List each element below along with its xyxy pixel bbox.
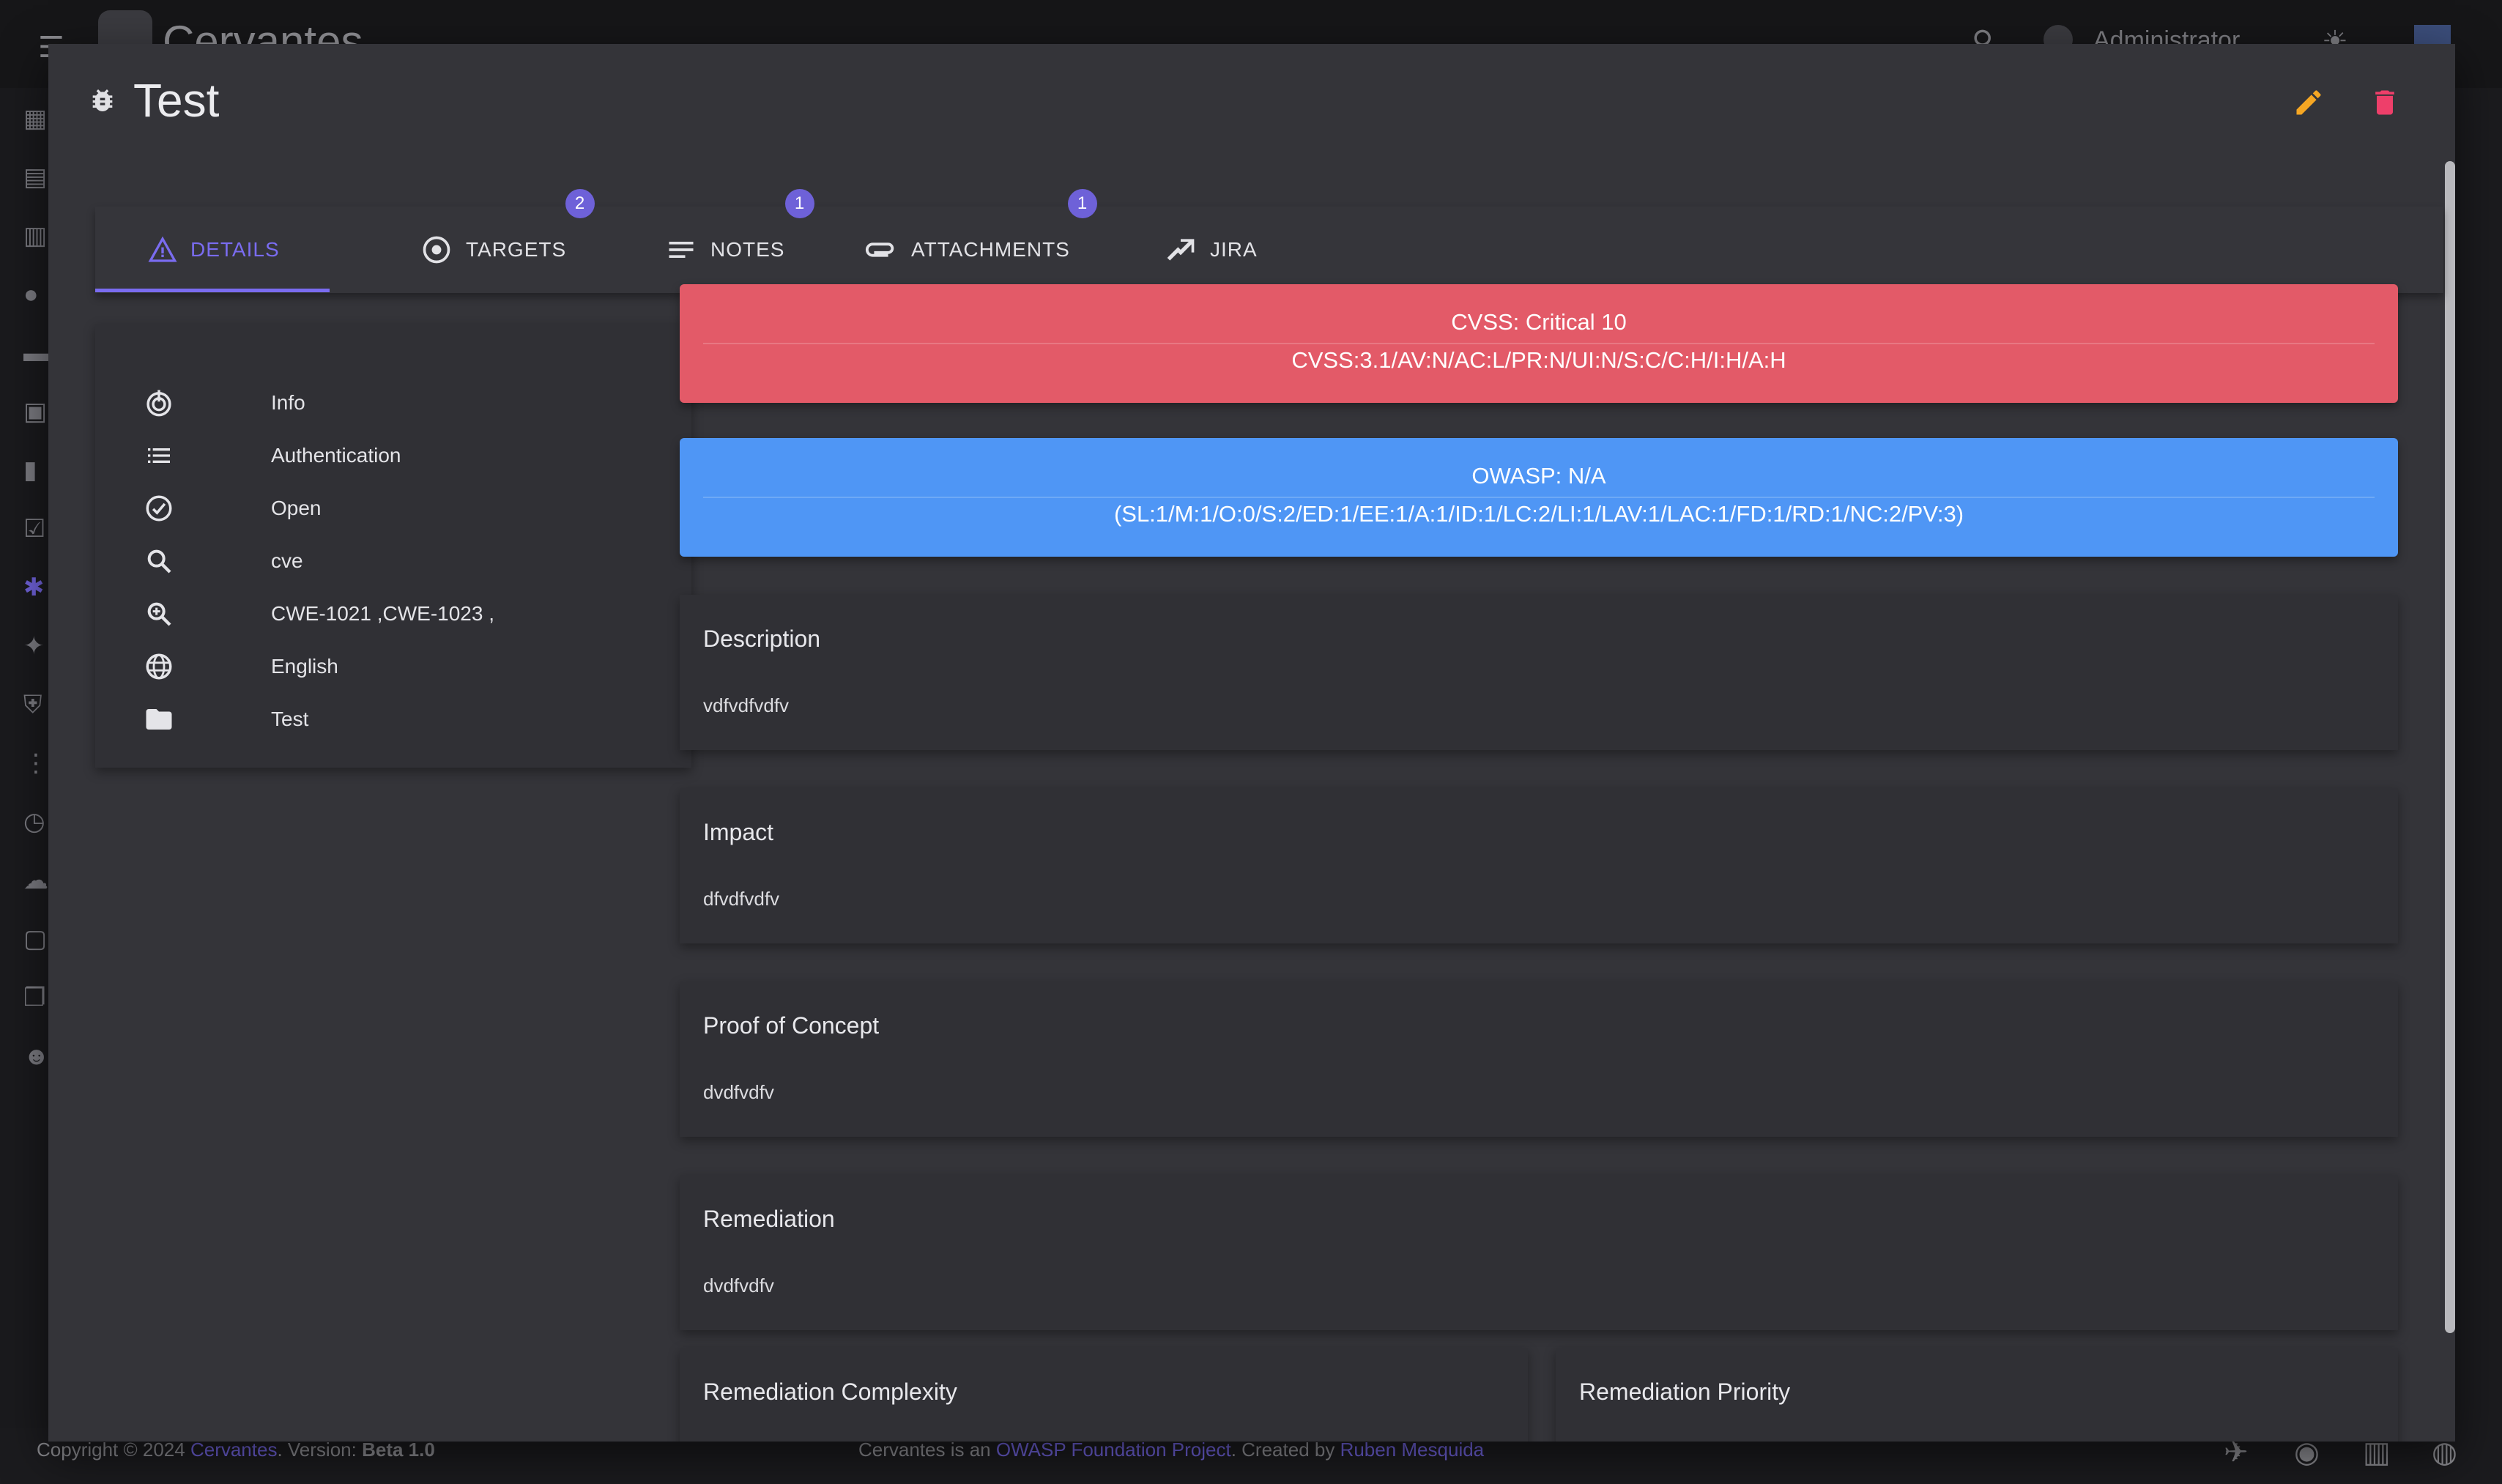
cvss-banner: CVSS: Critical 10 CVSS:3.1/AV:N/AC:L/PR:…	[680, 284, 2398, 403]
owasp-vector: (SL:1/M:1/O:0/S:2/ED:1/EE:1/A:1/ID:1/LC:…	[1113, 501, 1964, 527]
target-icon	[423, 236, 450, 264]
section-body: dvdfvdfv	[703, 1081, 774, 1103]
tab-label: JIRA	[1210, 238, 1258, 261]
section-title: Remediation	[703, 1206, 835, 1232]
check-circle-icon	[144, 493, 174, 524]
notes-count-badge: 1	[785, 189, 814, 218]
search-icon	[144, 546, 174, 576]
section-body: dvdfvdfv	[703, 1275, 774, 1296]
cvss-score: CVSS: Critical 10	[1451, 309, 1627, 335]
owasp-divider	[703, 497, 2375, 498]
attachment-icon	[865, 242, 894, 257]
owasp-banner: OWASP: N/A (SL:1/M:1/O:0/S:2/ED:1/EE:1/A…	[680, 438, 2398, 557]
delete-button[interactable]	[2364, 82, 2405, 123]
active-tab-indicator	[95, 289, 330, 292]
tab-notes[interactable]: NOTES 1	[665, 189, 814, 293]
footer-brand-link[interactable]: Cervantes	[190, 1439, 278, 1461]
tab-label: TARGETS	[466, 238, 567, 261]
cve-value: cve	[271, 549, 303, 572]
zoom-icon	[144, 598, 174, 629]
folder-icon	[144, 704, 174, 735]
bug-icon	[92, 89, 113, 111]
section-body: vdfvdfvdfv	[703, 694, 790, 716]
footer-copyright: Copyright © 2024 Cervantes. Version: Bet…	[37, 1439, 435, 1461]
dialog-header: Test	[88, 69, 219, 132]
language-value: English	[271, 655, 338, 678]
tab-attachments[interactable]: ATTACHMENTS 1	[864, 189, 1097, 293]
section-body: dfvdfvdfv	[703, 888, 780, 910]
vulnerability-dialog: Test DETAILS TARGETS 2 NOTES 1 ATTACHMEN…	[48, 44, 2455, 1442]
tab-jira[interactable]: JIRA	[1165, 207, 1258, 293]
tab-details[interactable]: DETAILS	[148, 207, 280, 293]
tab-targets[interactable]: TARGETS 2	[420, 189, 595, 293]
author-link[interactable]: Ruben Mesquida	[1340, 1439, 1485, 1461]
remediation-section: Remediation dvdfvdfv	[680, 1175, 2398, 1330]
owasp-link[interactable]: OWASP Foundation Project	[996, 1439, 1231, 1461]
tab-label: NOTES	[710, 238, 785, 261]
section-title: Proof of Concept	[703, 1012, 880, 1039]
info-card: Info Authentication Open cve CWE-1021 ,C…	[95, 324, 691, 768]
section-title: Remediation Complexity	[703, 1379, 957, 1405]
dialog-title: Test	[133, 74, 220, 127]
attachments-count-badge: 1	[1068, 189, 1097, 218]
poc-section: Proof of Concept dvdfvdfv	[680, 982, 2398, 1137]
cvss-vector: CVSS:3.1/AV:N/AC:L/PR:N/UI:N/S:C/C:H/I:H…	[1291, 347, 1786, 373]
category-value: Authentication	[271, 444, 401, 467]
app-sidebar: ▦ ▤ ▥ ● ▬ ▣ ▮ ☑ ✱ ✦ ⛨ ⋮ ◷ ☁ ▢ ❐ ☻	[0, 88, 50, 1428]
footer-credits: Cervantes is an OWASP Foundation Project…	[858, 1439, 1485, 1461]
warning-icon	[148, 236, 177, 262]
cvss-divider	[703, 343, 2375, 344]
scrollbar-thumb[interactable]	[2445, 161, 2455, 1333]
impact-section: Impact dfvdfvdfv	[680, 788, 2398, 943]
section-title: Impact	[703, 819, 774, 845]
cwe-value: CWE-1021 ,CWE-1023 ,	[271, 602, 494, 625]
risk-value: Info	[271, 391, 305, 414]
pencil-icon	[2296, 90, 2321, 115]
tab-label: ATTACHMENTS	[911, 238, 1070, 261]
edit-button[interactable]	[2288, 82, 2329, 123]
tab-bar: DETAILS TARGETS 2 NOTES 1 ATTACHMENTS 1 …	[95, 189, 2443, 293]
section-title: Description	[703, 626, 821, 652]
jira-icon	[1167, 239, 1195, 261]
remediation-priority-section: Remediation Priority	[1556, 1348, 2398, 1442]
trash-icon	[2375, 90, 2394, 115]
list-icon	[144, 440, 174, 471]
remediation-complexity-section: Remediation Complexity	[680, 1348, 1528, 1442]
risk-icon	[144, 387, 174, 418]
description-section: Description vdfvdfvdfv	[680, 595, 2398, 750]
status-value: Open	[271, 497, 322, 519]
project-value: Test	[271, 708, 309, 730]
targets-count-badge: 2	[565, 189, 595, 218]
tab-label: DETAILS	[190, 238, 280, 261]
section-title: Remediation Priority	[1579, 1379, 1791, 1405]
globe-icon	[144, 651, 174, 682]
owasp-score: OWASP: N/A	[1471, 463, 1606, 489]
notes-icon	[669, 242, 694, 258]
